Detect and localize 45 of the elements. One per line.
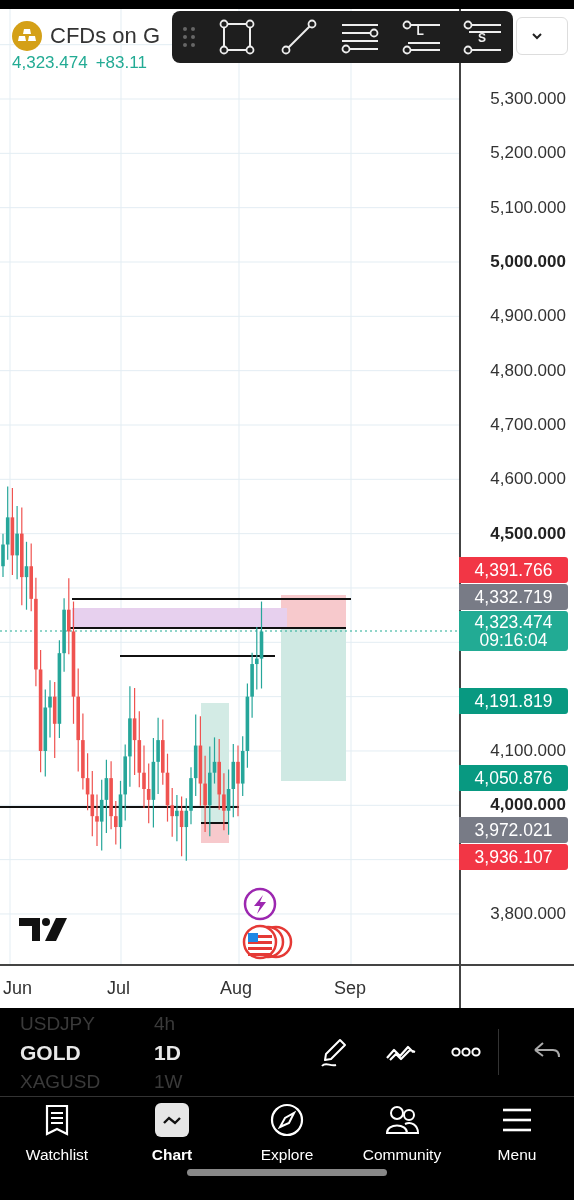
tool-letter: S bbox=[477, 32, 486, 44]
price-label: 4,500.000 bbox=[490, 523, 566, 544]
price-badge: 3,936.107 bbox=[459, 844, 568, 871]
drawing-tool-button[interactable]: S bbox=[462, 17, 503, 57]
logo-icon bbox=[19, 918, 67, 941]
symbol-picker-row[interactable]: GOLD 1D bbox=[20, 1037, 290, 1067]
chevron-down-icon bbox=[531, 32, 543, 40]
drawing-tool-button[interactable]: L bbox=[401, 17, 442, 57]
price-label: 4,100.000 bbox=[490, 740, 566, 761]
price-label: 4,900.000 bbox=[490, 306, 566, 327]
drag-handle-icon[interactable] bbox=[182, 26, 196, 48]
time-label: Jul bbox=[107, 977, 130, 1000]
price-badge: 4,050.876 bbox=[459, 764, 568, 791]
time-label: Sep bbox=[334, 977, 367, 1000]
chart-icon bbox=[163, 1115, 181, 1125]
price-change: +83.11 bbox=[95, 52, 147, 74]
price-badge: 3,972.021 bbox=[459, 817, 568, 844]
price-label: 5,200.000 bbox=[490, 143, 566, 164]
ingot-icon bbox=[12, 21, 42, 51]
price-label: 4,800.000 bbox=[490, 360, 566, 381]
nav-tab[interactable]: Chart bbox=[115, 1097, 229, 1169]
price-badge: 4,332.719 bbox=[459, 583, 568, 610]
horizontal-line bbox=[200, 822, 230, 824]
price-label: 5,300.000 bbox=[490, 89, 566, 109]
price-badge: 4,323.474 09:16:04 bbox=[459, 610, 568, 651]
price-label: 5,000.000 bbox=[490, 252, 566, 272]
nav-tab[interactable]: Community bbox=[345, 1097, 459, 1169]
price-label: 3,800.000 bbox=[490, 903, 566, 924]
price-label: 5,100.000 bbox=[490, 197, 566, 218]
compass-icon bbox=[270, 1103, 304, 1138]
price-badge: 4,191.819 bbox=[459, 688, 568, 715]
nav-tab[interactable]: Watchlist bbox=[0, 1097, 114, 1169]
last-price: 4,323.474 bbox=[12, 52, 88, 74]
time-label: Jun bbox=[3, 977, 33, 1000]
time-label: Aug bbox=[220, 977, 253, 1000]
price-badge: 4,391.766 bbox=[459, 556, 568, 583]
nav-tab[interactable]: Menu bbox=[460, 1097, 574, 1169]
nav-tab[interactable]: Explore bbox=[230, 1097, 344, 1169]
price-label: 4,600.000 bbox=[490, 469, 566, 490]
event-icon[interactable] bbox=[243, 887, 277, 921]
price-label: 4,000.000 bbox=[490, 795, 566, 816]
flag-icon[interactable] bbox=[242, 924, 293, 960]
price-label: 4,700.000 bbox=[490, 415, 566, 435]
tool-letter: L bbox=[416, 25, 424, 37]
symbol-title[interactable]: CFDs on G bbox=[50, 21, 161, 51]
